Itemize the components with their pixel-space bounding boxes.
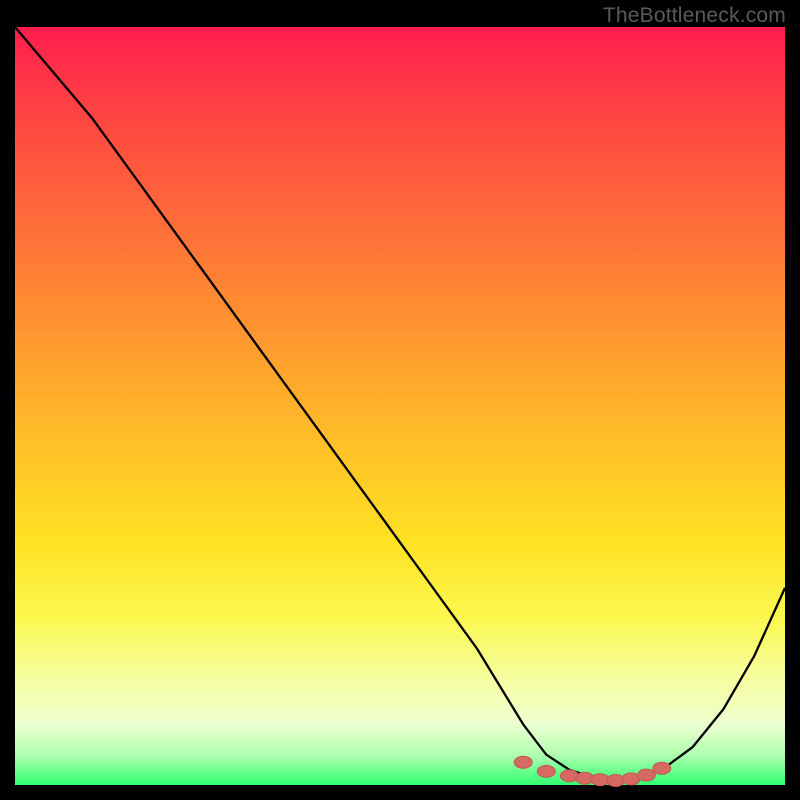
gradient-plot-area [15,27,785,785]
optimum-marker [637,769,655,781]
bottleneck-curve [15,27,785,781]
watermark-text: TheBottleneck.com [603,4,786,28]
chart-container: TheBottleneck.com [0,0,800,800]
optimum-marker [653,762,671,774]
optimum-markers [514,756,671,786]
optimum-marker [514,756,532,768]
optimum-marker [537,765,555,777]
curve-svg [15,27,785,785]
